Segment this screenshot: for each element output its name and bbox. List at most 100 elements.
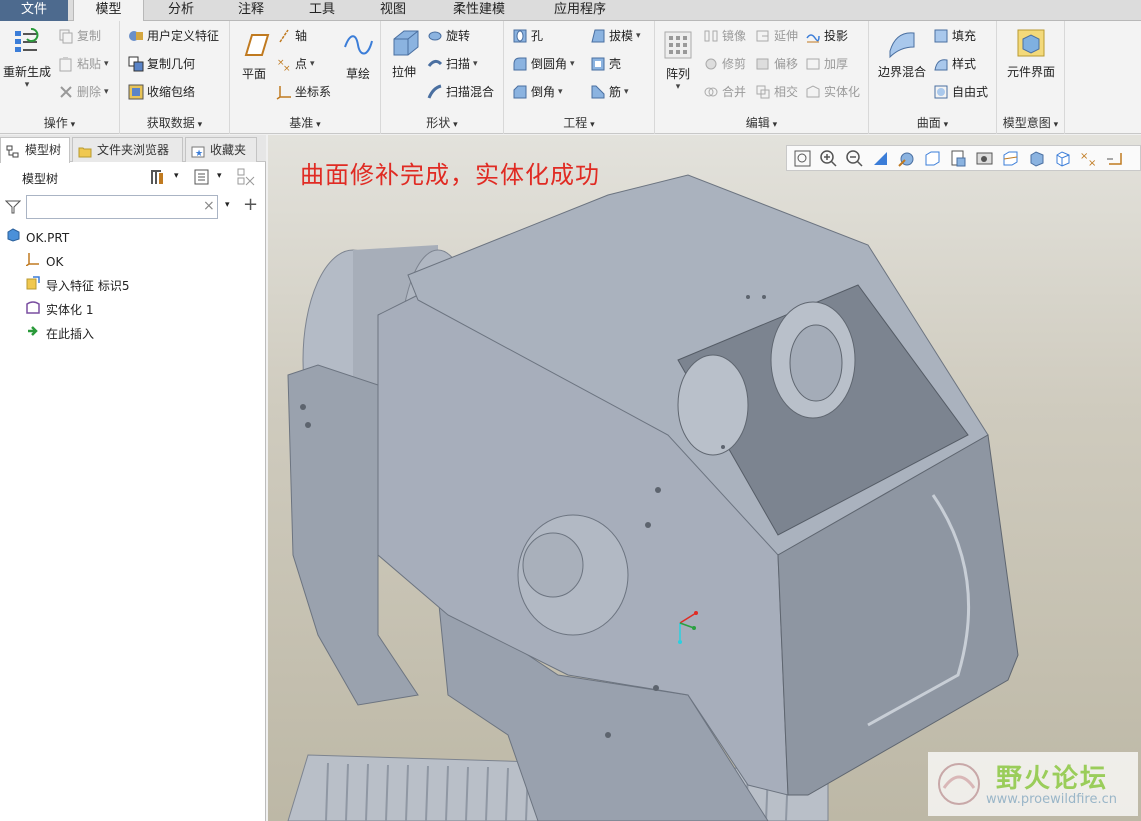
offset-button[interactable]: 偏移 [755,53,798,75]
tab-annotate[interactable]: 注释 [216,0,286,21]
group-label-datum[interactable]: 基准 [230,114,380,131]
section-icon[interactable] [1001,149,1020,168]
axis-button[interactable]: 轴 [276,25,307,47]
tree-settings-icon[interactable] [148,167,168,187]
csys-display-icon[interactable] [1105,149,1124,168]
zoom-out-icon[interactable] [845,149,864,168]
copy-button[interactable]: 复制 [58,25,101,47]
repaint-icon[interactable] [871,149,890,168]
shell-button[interactable]: 壳 [590,53,621,75]
tree-item-insert-here[interactable]: 在此插入 [26,323,94,345]
shrinkwrap-button[interactable]: 收缩包络 [128,81,195,103]
component-interface-button[interactable]: 元件界面 [1001,27,1061,80]
group-label-shape[interactable]: 形状 [381,114,503,131]
mirror-button[interactable]: 镜像 [703,25,746,47]
extend-button[interactable]: 延伸 [755,25,798,47]
intersect-button[interactable]: 相交 [755,81,798,103]
chevron-down-icon[interactable]: ▾ [2,80,52,90]
rib-button[interactable]: 筋 ▾ [590,81,629,103]
draft-button[interactable]: 拔模 ▾ [590,25,641,47]
zoom-in-icon[interactable] [819,149,838,168]
chamfer-button[interactable]: 倒角 ▾ [512,81,563,103]
model-tree-icon [6,143,20,158]
refit-icon[interactable] [793,149,812,168]
saved-views-icon[interactable] [923,149,942,168]
group-label-edit[interactable]: 编辑 [655,114,868,131]
copy-geometry-button[interactable]: 复制几何 [128,53,195,75]
project-button[interactable]: 投影 [805,25,848,47]
tab-applications[interactable]: 应用程序 [530,0,630,21]
group-label-operations[interactable]: 操作 [0,114,119,131]
display-style-icon[interactable] [897,149,916,168]
group-datum: 平面 轴 × × 点 ▾ 坐标系 草绘 基准 [230,21,381,134]
point-display-icon[interactable]: × × [1079,149,1098,169]
sweep-button[interactable]: 扫描 ▾ [427,53,478,75]
chevron-down-icon[interactable]: ▾ [174,171,179,181]
annotation-display-icon[interactable] [1053,149,1072,168]
merge-button[interactable]: 合并 [703,81,746,103]
delete-button[interactable]: 删除 ▾ [58,81,109,103]
group-label-surface[interactable]: 曲面 [869,114,996,131]
point-button[interactable]: × × 点 ▾ [276,53,315,75]
tab-model[interactable]: 模型 [73,0,144,22]
chamfer-icon [512,84,528,100]
tab-analysis[interactable]: 分析 [146,0,216,21]
copy-icon [58,28,74,44]
tree-item-import-feature[interactable]: 导入特征 标识5 [26,275,129,297]
model-canvas[interactable] [268,135,1141,821]
mirror-icon [703,28,719,44]
view-manager-icon[interactable] [949,149,968,168]
tree-search-input[interactable] [26,195,218,219]
tree-item-csys[interactable]: OK [25,251,63,273]
tab-model-tree[interactable]: 模型树 [0,137,70,163]
hole-button[interactable]: 孔 [512,25,543,47]
tab-view[interactable]: 视图 [358,0,428,21]
panel-tabs: 模型树 文件夹浏览器 ★ 收藏夹 [0,135,266,163]
round-button[interactable]: 倒圆角 ▾ [512,53,575,75]
chevron-down-icon[interactable]: ▾ [225,200,230,210]
axis-icon [276,28,292,44]
swept-blend-button[interactable]: 扫描混合 [427,81,494,103]
revolve-button[interactable]: 旋转 [427,25,470,47]
svg-text:×: × [1088,158,1096,168]
tab-flexible-modeling[interactable]: 柔性建模 [428,0,530,21]
regenerate-button[interactable]: 重新生成 ▾ [2,27,52,90]
group-engineering: 孔 倒圆角 ▾ 倒角 ▾ 拔模 ▾ 壳 筋 ▾ 工程 [504,21,655,134]
tab-favorites[interactable]: ★ 收藏夹 [185,137,257,162]
boundary-blend-button[interactable]: 边界混合 [873,27,931,80]
sketch-button[interactable]: 草绘 [340,29,376,82]
swept-blend-icon [427,84,443,100]
graphics-window[interactable]: 曲面修补完成，实体化成功 × × 野火论坛 www.proewildfire.cn [268,135,1141,821]
perspective-icon[interactable] [975,149,994,168]
tab-file[interactable]: 文件 [0,0,68,21]
show-columns-icon[interactable] [193,167,211,187]
solidify-button[interactable]: 实体化 [805,81,860,103]
plane-button[interactable]: 平面 [236,29,272,82]
group-label-engineering[interactable]: 工程 [504,114,654,131]
folder-icon [78,143,92,158]
fill-button[interactable]: 填充 [933,25,976,47]
shell-icon [590,56,606,72]
csys-button[interactable]: 坐标系 [276,81,331,103]
tab-tools[interactable]: 工具 [286,0,358,21]
chevron-down-icon[interactable]: ▾ [661,82,695,92]
tab-folder-browser[interactable]: 文件夹浏览器 [72,137,183,162]
tree-item-solidify[interactable]: 实体化 1 [26,299,93,321]
clear-icon[interactable]: × [203,198,215,214]
pattern-button[interactable]: 阵列 ▾ [661,29,695,92]
style-button[interactable]: 样式 [933,53,976,75]
point-icon: × × [276,56,292,74]
tree-item-part[interactable]: OK.PRT [6,227,69,249]
extrude-button[interactable]: 拉伸 [385,27,423,80]
add-filter-icon[interactable]: + [243,194,258,215]
tree-filter-options-icon[interactable] [236,167,256,187]
group-label-model-intent[interactable]: 模型意图 [997,114,1064,131]
datum-display-icon[interactable] [1027,149,1046,168]
thicken-button[interactable]: 加厚 [805,53,848,75]
chevron-down-icon[interactable]: ▾ [217,171,222,181]
udf-button[interactable]: 用户定义特征 [128,25,219,47]
trim-button[interactable]: 修剪 [703,53,746,75]
paste-button[interactable]: 粘贴 ▾ [58,53,109,75]
freestyle-button[interactable]: 自由式 [933,81,988,103]
group-label-get-data[interactable]: 获取数据 [120,114,229,131]
